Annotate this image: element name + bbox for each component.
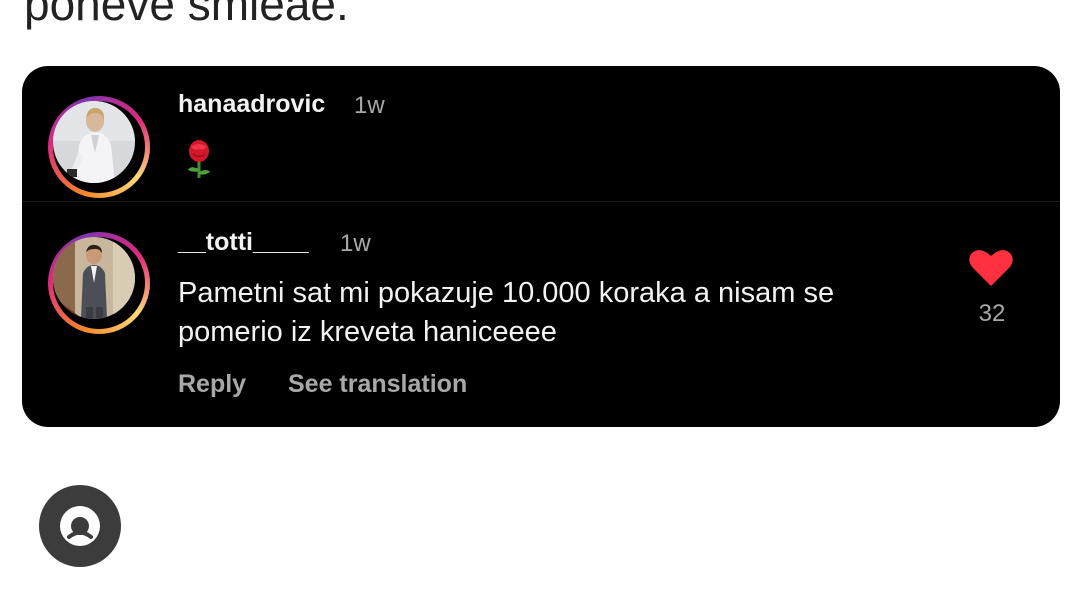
- comment-username[interactable]: hanaadrovic: [178, 90, 325, 119]
- rose-emoji-icon: [182, 139, 216, 179]
- face-emoji-icon: [60, 506, 100, 546]
- comment-body-text: Pametni sat mi pokazuje 10.000 koraka a …: [178, 277, 835, 348]
- comment-username[interactable]: __totti____: [178, 228, 309, 257]
- see-translation-button[interactable]: See translation: [288, 370, 467, 399]
- screenshot-page: poheve smieae. hanaadrovic 1w __totti___…: [0, 0, 1080, 613]
- like-button[interactable]: [968, 248, 1014, 288]
- heart-filled-icon: [969, 250, 1013, 286]
- comment-timestamp: 1w: [340, 230, 371, 257]
- reply-button[interactable]: Reply: [178, 370, 246, 399]
- avatar-photo-man: [53, 237, 135, 319]
- background-caption-text: poheve smieae.: [24, 0, 349, 30]
- comment-timestamp: 1w: [354, 92, 385, 119]
- comment-item: __totti____ 1w Pametni sat mi pokazuje 1…: [22, 202, 1060, 427]
- avatar[interactable]: [53, 237, 135, 319]
- like-count: 32: [978, 300, 1006, 327]
- comments-card: hanaadrovic 1w __totti____ 1w Pametni sa…: [22, 66, 1060, 427]
- avatar-photo-woman: [53, 101, 135, 183]
- emoji-reaction-button[interactable]: [39, 485, 121, 567]
- comment-item: hanaadrovic 1w: [22, 66, 1060, 201]
- avatar-story-ring[interactable]: [48, 96, 150, 198]
- avatar[interactable]: [53, 101, 135, 183]
- avatar-story-ring[interactable]: [48, 232, 150, 334]
